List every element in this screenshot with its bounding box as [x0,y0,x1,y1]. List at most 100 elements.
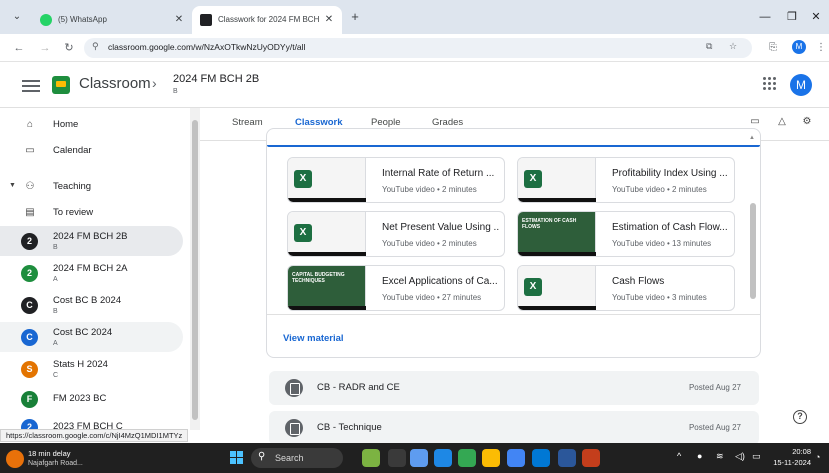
chevron-down-icon[interactable]: ▼ [9,182,16,189]
wifi-icon[interactable]: ≋ [716,451,724,462]
windows-start-icon[interactable] [230,451,244,465]
sidebar: ⌂ Home ▭ Calendar ▼ ⚇ Teaching ▤ To revi… [0,108,200,430]
minimize-icon[interactable]: — [750,0,780,34]
course-badge: 2 [21,265,38,282]
home-icon: ⌂ [26,119,34,130]
settings-gear-icon[interactable]: ⚙ [800,115,814,129]
sidebar-item-calendar[interactable]: ▭ Calendar [0,136,183,166]
tab-stream[interactable]: Stream [232,117,263,128]
scroll-up-arrow-icon[interactable]: ▲ [749,135,755,141]
task-view-icon[interactable] [388,449,406,467]
powerpoint-icon[interactable] [582,449,600,467]
video-title: Profitability Index Using ... [612,168,728,179]
assignment-title: CB - Technique [317,422,382,433]
video-meta: YouTube video • 27 minutes [382,293,482,302]
volume-icon[interactable]: ◁) [735,451,745,462]
calendar-view-icon[interactable]: ▭ [748,115,762,129]
store-icon[interactable] [532,449,550,467]
sidebar-item-to-review[interactable]: ▤ To review [0,198,183,228]
traffic-icon [6,450,24,468]
assignment-icon [285,379,303,397]
sidebar-course-2023-fm-bch-c[interactable]: 2 2023 FM BCH C [0,412,183,430]
sidebar-course-2024-fm-bch-2a[interactable]: 2 2024 FM BCH 2A A [0,258,183,288]
course-badge: C [21,329,38,346]
teams-icon[interactable] [410,449,428,467]
youtube-video-attachment[interactable]: X Internal Rate of Return ... YouTube vi… [287,157,505,203]
scrollbar-thumb[interactable] [192,120,198,420]
view-material-link[interactable]: View material [283,333,344,344]
screen: ⌄ (5) WhatsApp ✕ Classwork for 2024 FM B… [0,0,829,473]
weather-widget[interactable]: 18 min delay Najafgarh Road... [6,447,136,471]
main-menu-icon[interactable] [22,77,40,93]
battery-icon[interactable]: ▭ [752,451,761,462]
tab-title: Classwork for 2024 FM BCH 2B [218,15,320,24]
clock-time[interactable]: 20:08 [781,447,811,456]
tab-search-icon[interactable]: ⌄ [8,8,26,26]
browser-tab-classwork[interactable]: Classwork for 2024 FM BCH 2B ✕ [192,6,342,34]
url-text: classroom.google.com/w/NzAxOTkwNzUyODYy/… [108,42,306,52]
course-title[interactable]: 2024 FM BCH 2B [173,73,259,85]
browser-tab-whatsapp[interactable]: (5) WhatsApp ✕ [32,6,192,34]
sidebar-course-cost-bc-2024[interactable]: C Cost BC 2024 A [0,322,183,352]
youtube-video-attachment[interactable]: X Profitability Index Using ... YouTube … [517,157,735,203]
sidebar-item-label: Stats H 2024 [53,359,108,370]
new-tab-plus-icon[interactable]: + [346,8,364,26]
reload-icon[interactable]: ↻ [60,39,78,57]
classroom-logo-icon[interactable] [52,76,70,94]
sidebar-course-2024-fm-bch-2b[interactable]: 2 2024 FM BCH 2B B [0,226,183,256]
search-placeholder: Search [275,453,304,463]
forward-arrow-icon[interactable]: → [36,39,54,57]
chrome-icon[interactable] [507,449,525,467]
youtube-video-attachment[interactable]: X Cash Flows YouTube video • 3 minutes [517,265,735,311]
attachments-scrollbar[interactable]: ▲ [749,135,757,299]
extensions-icon[interactable]: ⎘ [764,39,782,57]
file-explorer-icon[interactable] [482,449,500,467]
sidebar-scrollbar[interactable] [190,108,200,430]
youtube-video-attachment[interactable]: ESTIMATION OF CASH FLOWS Estimation of C… [517,211,735,257]
address-bar[interactable]: ⚲ classroom.google.com/w/NzAxOTkwNzUyODY… [84,38,752,58]
close-icon[interactable]: ✕ [172,6,186,34]
video-thumbnail: ESTIMATION OF CASH FLOWS [518,212,596,256]
window-close-icon[interactable]: ✕ [801,0,829,34]
drive-folder-icon[interactable]: △ [775,115,789,129]
copilot-icon[interactable] [458,449,476,467]
link-status-url: https://classroom.google.com/c/NjI4MzQ1M… [0,429,189,442]
sidebar-course-cost-bc-b-2024[interactable]: C Cost BC B 2024 B [0,290,183,320]
tab-classwork[interactable]: Classwork [295,117,343,128]
course-badge: C [21,297,38,314]
assignment-row[interactable]: CB - RADR and CE Posted Aug 27 [269,371,759,405]
notification-bell-icon[interactable]: ◔ [815,452,820,462]
excel-icon: X [524,278,542,296]
scrollbar-thumb[interactable] [750,203,756,299]
assignment-row[interactable]: CB - Technique Posted Aug 27 [269,411,759,443]
site-info-icon[interactable]: ⚲ [92,41,99,52]
clock-date[interactable]: 15-11-2024 [763,458,811,467]
taskbar-search[interactable]: ⚲ Search [251,448,343,468]
browser-menu-icon[interactable]: ⋮ [812,39,829,57]
help-icon[interactable]: ? [793,410,807,424]
sidebar-course-fm-2023-bc[interactable]: F FM 2023 BC [0,384,183,414]
youtube-video-attachment[interactable]: X Net Present Value Using ... YouTube vi… [287,211,505,257]
app-name[interactable]: Classroom [79,75,151,92]
tray-chevron-up-icon[interactable]: ^ [677,451,681,461]
tab-people[interactable]: People [371,117,401,128]
youtube-video-attachment[interactable]: CAPITAL BUDGETING TECHNIQUES Excel Appli… [287,265,505,311]
account-avatar[interactable]: M [790,74,812,96]
edge-icon[interactable] [434,449,452,467]
browser-profile-avatar[interactable]: M [792,40,806,54]
word-icon[interactable] [558,449,576,467]
course-badge: F [21,391,38,408]
sidebar-item-label: 2024 FM BCH 2B [53,231,128,242]
back-arrow-icon[interactable]: ← [10,39,28,57]
card-divider [267,314,760,315]
bookmark-star-icon[interactable]: ☆ [729,41,737,52]
install-app-icon[interactable]: ⧉ [706,41,712,52]
widgets-icon[interactable] [362,449,380,467]
tray-app-icon[interactable]: ● [697,451,702,461]
close-icon[interactable]: ✕ [322,6,336,34]
weather-title: 18 min delay [28,449,71,458]
tab-grades[interactable]: Grades [432,117,463,128]
sidebar-course-stats-h-2024[interactable]: S Stats H 2024 C [0,354,183,384]
google-apps-icon[interactable] [763,77,777,91]
course-badge: 2 [21,233,38,250]
